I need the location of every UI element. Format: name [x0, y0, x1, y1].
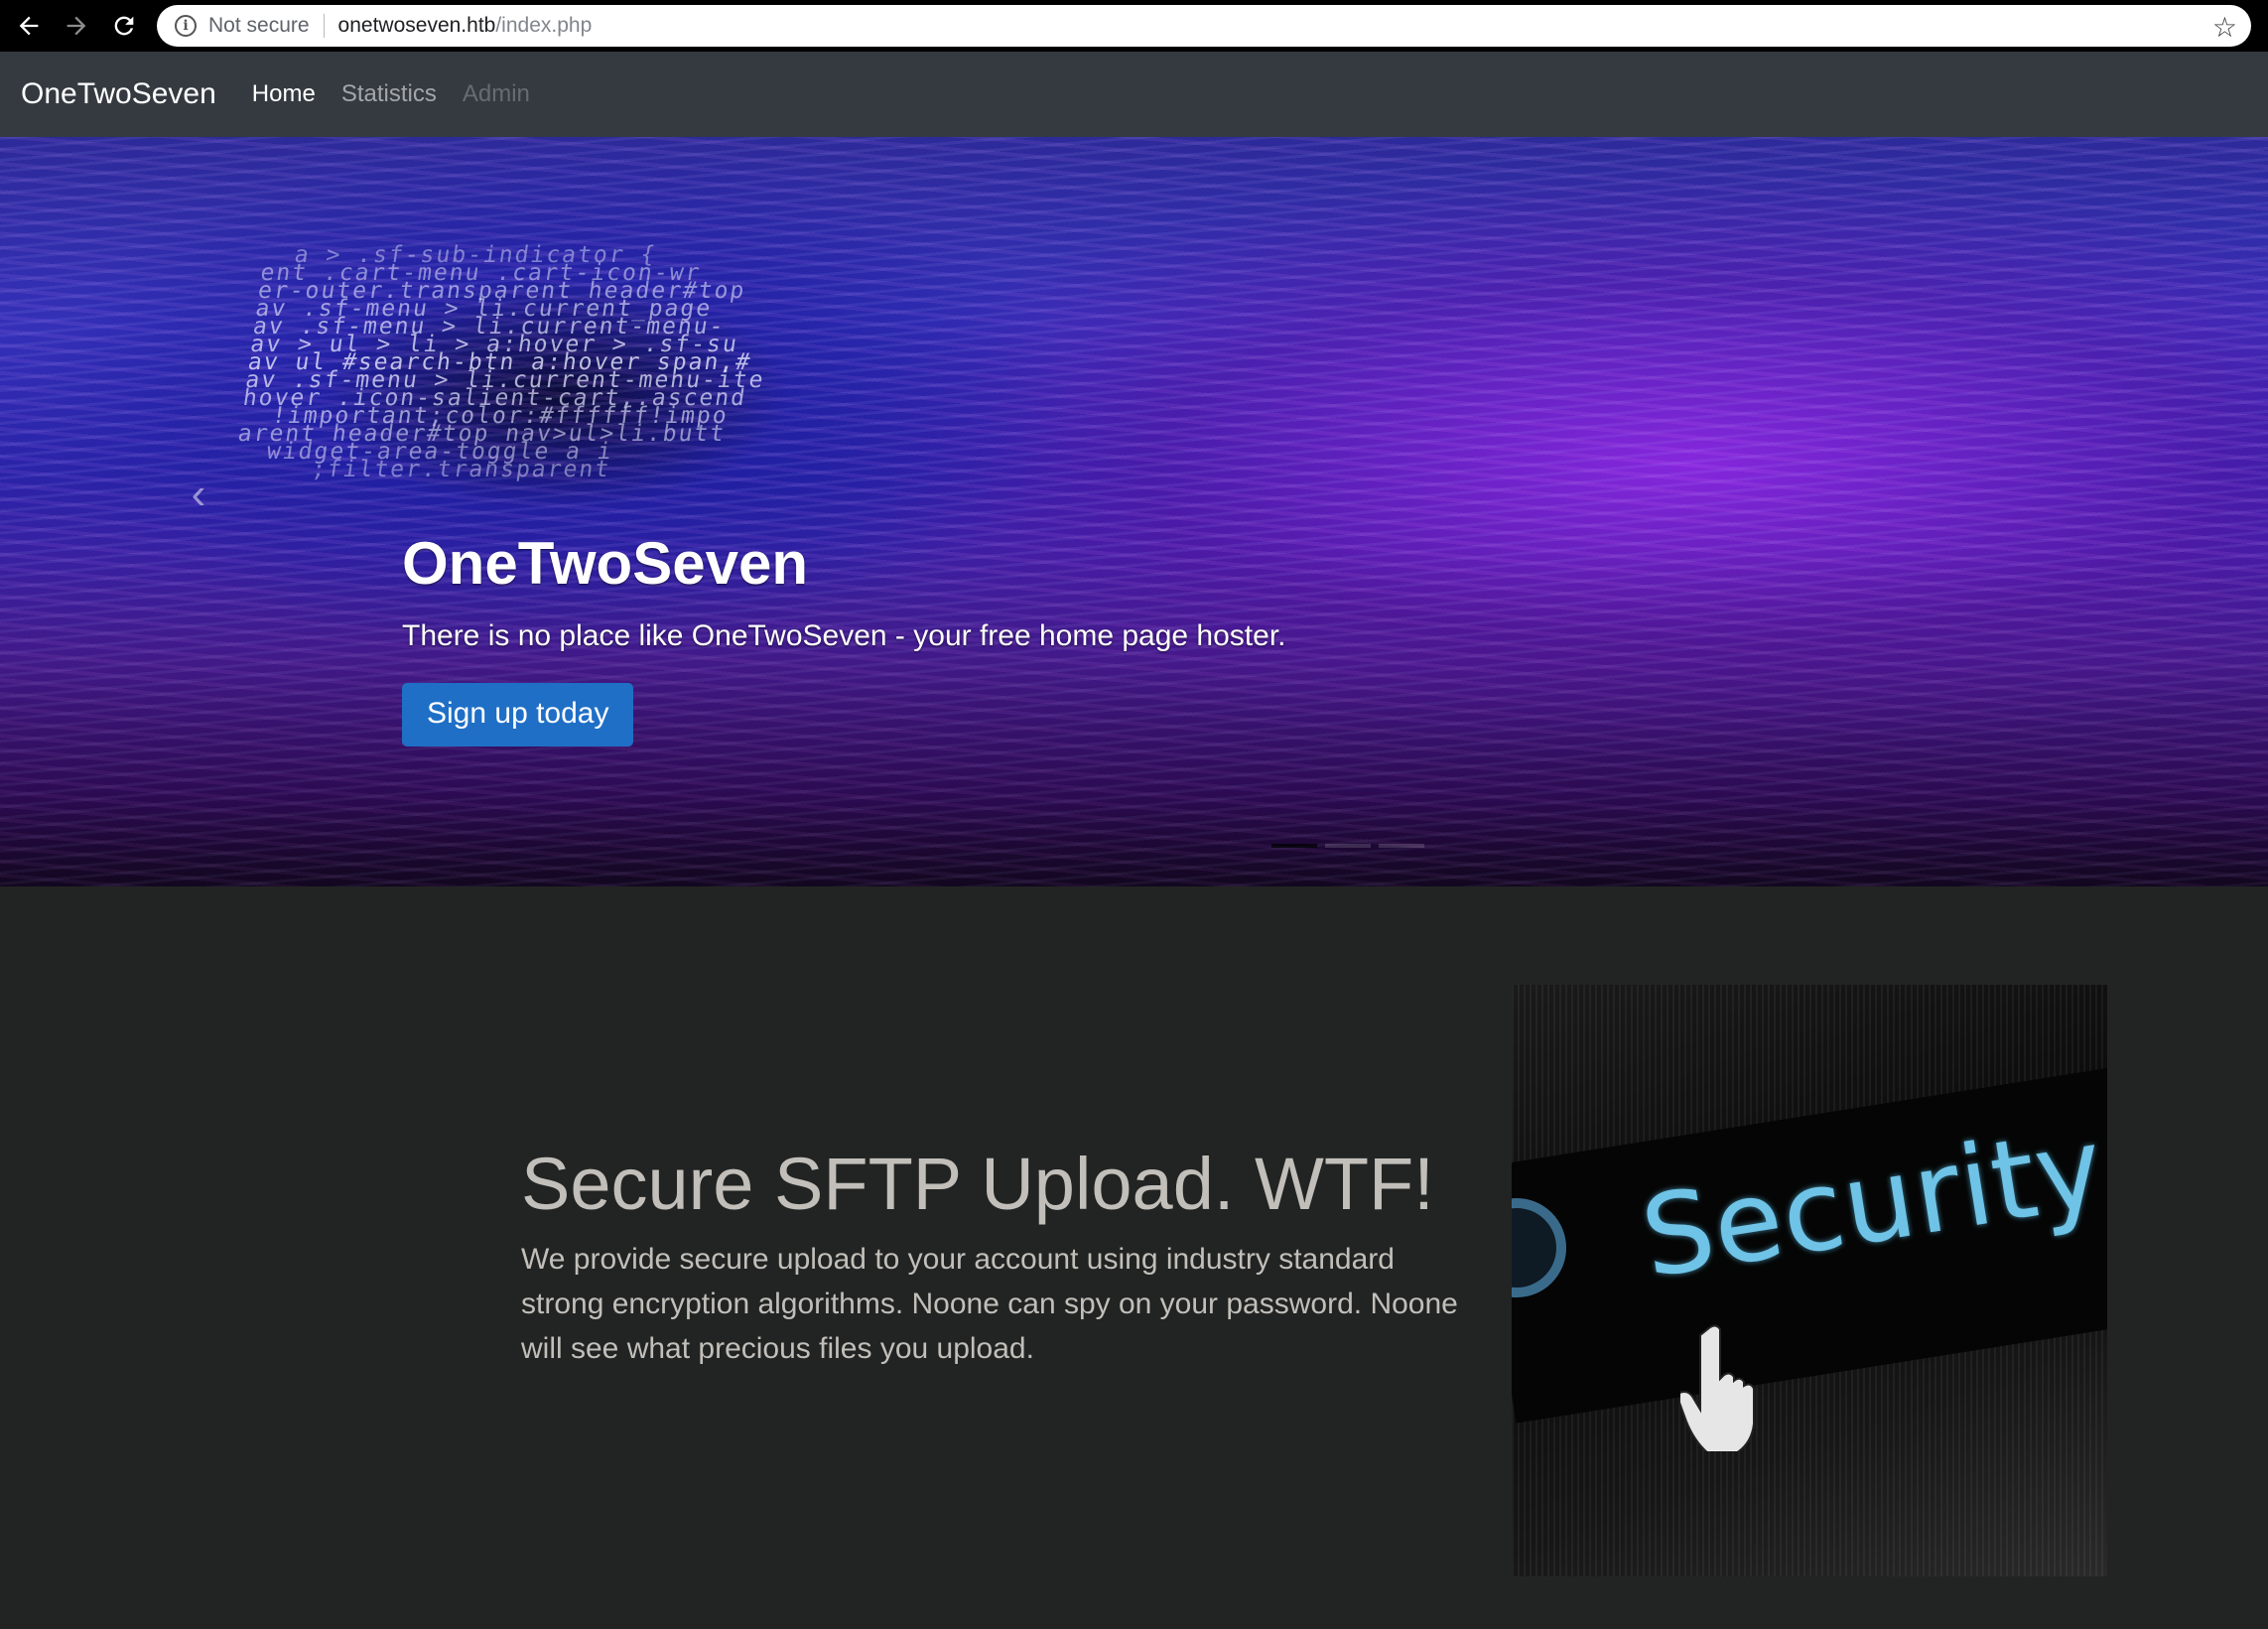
hero-title: OneTwoSeven: [402, 530, 808, 597]
hero-caption: OneTwoSeven There is no place like OneTw…: [402, 529, 1286, 747]
carousel-prev-button[interactable]: ‹: [179, 465, 218, 524]
carousel-indicator[interactable]: [1325, 844, 1371, 848]
url-host: onetwoseven.htb: [337, 14, 496, 37]
sign-up-button[interactable]: Sign up today: [402, 683, 634, 747]
hand-cursor-icon: [1680, 1324, 1755, 1451]
security-label: Not secure: [208, 14, 310, 37]
carousel-indicator[interactable]: [1379, 844, 1424, 848]
hero-shade: [0, 137, 2268, 886]
navbar-brand[interactable]: OneTwoSeven: [21, 77, 216, 111]
carousel-indicator[interactable]: [1271, 844, 1317, 848]
hero-lead: There is no place like OneTwoSeven - you…: [402, 619, 1286, 652]
arrow-left-icon: [19, 16, 39, 36]
forward-button[interactable]: [53, 0, 100, 52]
chevron-left-icon: ‹: [191, 470, 206, 518]
feature-text: We provide secure upload to your account…: [521, 1243, 1458, 1365]
reload-button[interactable]: [100, 0, 148, 52]
carousel-indicators: [1271, 844, 1424, 848]
nav-link-statistics[interactable]: Statistics: [341, 80, 437, 108]
site-navbar: OneTwoSeven Home Statistics Admin: [0, 52, 2268, 137]
hero-carousel: a > .sf-sub-indicator {ent .cart-menu .c…: [0, 137, 2268, 886]
info-icon[interactable]: i: [175, 15, 197, 37]
reload-icon: [114, 16, 134, 36]
bookmark-star-icon[interactable]: ☆: [2212, 11, 2237, 44]
feature-heading: Secure SFTP Upload. WTF!: [521, 1143, 1434, 1225]
address-separator: [323, 14, 325, 38]
browser-toolbar: i Not secure onetwoseven.htb/index.php ☆: [0, 0, 2268, 52]
nav-link-admin[interactable]: Admin: [463, 80, 530, 108]
nav-link-home[interactable]: Home: [252, 80, 316, 108]
address-bar[interactable]: i Not secure onetwoseven.htb/index.php ☆: [157, 5, 2251, 47]
back-button[interactable]: [5, 0, 53, 52]
arrow-right-icon: [67, 16, 86, 36]
url-path: /index.php: [495, 14, 593, 37]
security-image: Security: [1512, 985, 2107, 1576]
